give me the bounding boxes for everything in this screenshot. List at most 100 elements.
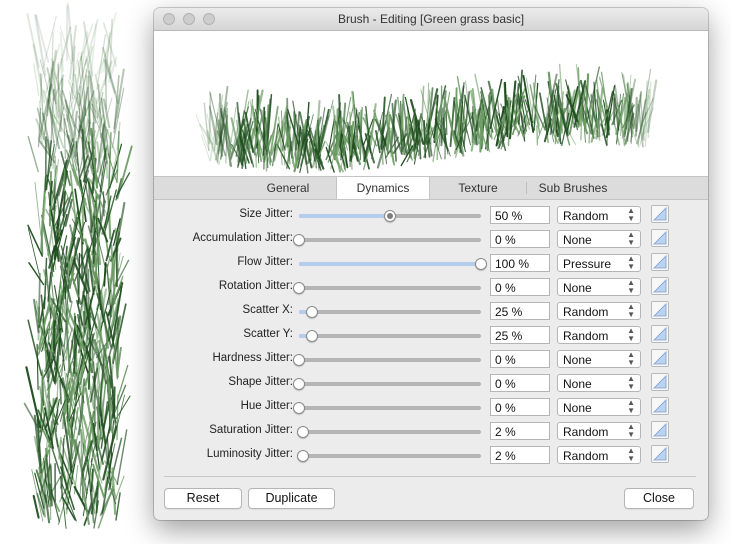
mode-select-value: None <box>563 233 592 247</box>
scatter-y-slider[interactable] <box>299 328 481 344</box>
scatter-y-label: Scatter Y: <box>243 328 293 340</box>
reset-button[interactable]: Reset <box>164 488 242 509</box>
hue-jitter-slider[interactable] <box>293 400 481 416</box>
accumulation-jitter-label: Accumulation Jitter: <box>192 232 293 244</box>
tab-general[interactable]: General <box>236 177 340 199</box>
hardness-jitter-slider[interactable] <box>293 352 481 368</box>
hue-jitter-curve-button[interactable] <box>651 397 669 415</box>
rotation-jitter-slider[interactable] <box>293 280 481 296</box>
tab-sub-brushes[interactable]: Sub Brushes <box>527 177 619 199</box>
scatter-x-mode-select[interactable]: Random ▲ ▼ <box>557 302 641 320</box>
flow-jitter-row: Flow Jitter: 100 % Pressure ▲ ▼ <box>154 252 708 276</box>
slider-track <box>299 286 481 290</box>
updown-arrows-icon: ▲ ▼ <box>627 230 635 247</box>
scatter-x-value-field[interactable]: 25 % <box>490 302 550 320</box>
accumulation-jitter-mode-select[interactable]: None ▲ ▼ <box>557 230 641 248</box>
brush-preview <box>154 31 708 184</box>
hardness-jitter-label: Hardness Jitter: <box>212 352 293 364</box>
flow-jitter-mode-select[interactable]: Pressure ▲ ▼ <box>557 254 641 272</box>
hue-jitter-mode-select[interactable]: None ▲ ▼ <box>557 398 641 416</box>
size-jitter-value-field[interactable]: 50 % <box>490 206 550 224</box>
accumulation-jitter-curve-button[interactable] <box>651 229 669 247</box>
slider-knob[interactable] <box>296 426 309 438</box>
slider-knob[interactable] <box>293 378 305 390</box>
scatter-y-curve-button[interactable] <box>651 325 669 343</box>
mode-select-value: None <box>563 281 592 295</box>
shape-jitter-curve-button[interactable] <box>651 373 669 391</box>
slider-knob[interactable] <box>293 234 305 246</box>
close-button[interactable]: Close <box>624 488 694 509</box>
flow-jitter-value-field[interactable]: 100 % <box>490 254 550 272</box>
slider-track <box>299 454 481 458</box>
hue-jitter-value-field[interactable]: 0 % <box>490 398 550 416</box>
slider-knob[interactable] <box>305 330 318 342</box>
scatter-x-curve-button[interactable] <box>651 301 669 319</box>
mode-select-value: None <box>563 401 592 415</box>
brush-preview-stroke <box>195 63 658 174</box>
duplicate-button[interactable]: Duplicate <box>248 488 335 509</box>
accumulation-jitter-slider[interactable] <box>293 232 481 248</box>
curve-icon <box>653 279 667 293</box>
hue-jitter-row: Hue Jitter: 0 % None ▲ ▼ <box>154 396 708 420</box>
updown-arrows-icon: ▲ ▼ <box>627 446 635 463</box>
shape-jitter-slider[interactable] <box>293 376 481 392</box>
curve-icon <box>653 207 667 221</box>
scatter-x-row: Scatter X: 25 % Random ▲ ▼ <box>154 300 708 324</box>
rotation-jitter-curve-button[interactable] <box>651 277 669 295</box>
flow-jitter-slider[interactable] <box>299 256 487 272</box>
background-brush-stroke <box>23 2 133 529</box>
accumulation-jitter-value-field[interactable]: 0 % <box>490 230 550 248</box>
saturation-jitter-slider[interactable] <box>296 424 481 440</box>
updown-arrows-icon: ▲ ▼ <box>627 326 635 343</box>
rotation-jitter-value-field[interactable]: 0 % <box>490 278 550 296</box>
rotation-jitter-label: Rotation Jitter: <box>218 280 293 292</box>
slider-track <box>299 382 481 386</box>
mode-select-value: Random <box>563 209 609 223</box>
shape-jitter-mode-select[interactable]: None ▲ ▼ <box>557 374 641 392</box>
luminosity-jitter-slider[interactable] <box>296 448 481 464</box>
saturation-jitter-row: Saturation Jitter: 2 % Random ▲ ▼ <box>154 420 708 444</box>
saturation-jitter-curve-button[interactable] <box>651 421 669 439</box>
brush-editor-window: Brush - Editing [Green grass basic] Gene… <box>154 8 708 520</box>
accumulation-jitter-row: Accumulation Jitter: 0 % None ▲ ▼ <box>154 228 708 252</box>
saturation-jitter-mode-select[interactable]: Random ▲ ▼ <box>557 422 641 440</box>
window-title: Brush - Editing [Green grass basic] <box>337 12 525 26</box>
size-jitter-slider[interactable] <box>299 208 481 224</box>
size-jitter-mode-select[interactable]: Random ▲ ▼ <box>557 206 641 224</box>
updown-arrows-icon: ▲ ▼ <box>627 374 635 391</box>
hardness-jitter-value-field[interactable]: 0 % <box>490 350 550 368</box>
slider-knob[interactable] <box>293 282 305 294</box>
luminosity-jitter-value-field[interactable]: 2 % <box>490 446 550 464</box>
slider-knob[interactable] <box>475 258 487 270</box>
luminosity-jitter-curve-button[interactable] <box>651 445 669 463</box>
slider-track <box>299 310 481 314</box>
curve-icon <box>653 375 667 389</box>
updown-arrows-icon: ▲ ▼ <box>627 350 635 367</box>
flow-jitter-curve-button[interactable] <box>651 253 669 271</box>
updown-arrows-icon: ▲ ▼ <box>627 302 635 319</box>
luminosity-jitter-mode-select[interactable]: Random ▲ ▼ <box>557 446 641 464</box>
size-jitter-curve-button[interactable] <box>651 205 669 223</box>
updown-arrows-icon: ▲ ▼ <box>627 206 635 223</box>
title-bar[interactable]: Brush - Editing [Green grass basic] <box>154 8 708 31</box>
saturation-jitter-label: Saturation Jitter: <box>209 424 293 436</box>
slider-knob[interactable] <box>293 354 305 366</box>
slider-knob[interactable] <box>293 402 305 414</box>
rotation-jitter-mode-select[interactable]: None ▲ ▼ <box>557 278 641 296</box>
mode-select-value: None <box>563 353 592 367</box>
hardness-jitter-mode-select[interactable]: None ▲ ▼ <box>557 350 641 368</box>
shape-jitter-value-field[interactable]: 0 % <box>490 374 550 392</box>
scatter-y-value-field[interactable]: 25 % <box>490 326 550 344</box>
mode-select-value: Random <box>563 305 609 319</box>
scatter-x-slider[interactable] <box>299 304 481 320</box>
scatter-y-mode-select[interactable]: Random ▲ ▼ <box>557 326 641 344</box>
slider-knob[interactable] <box>296 450 309 462</box>
updown-arrows-icon: ▲ ▼ <box>627 278 635 295</box>
saturation-jitter-value-field[interactable]: 2 % <box>490 422 550 440</box>
slider-knob[interactable] <box>384 210 396 222</box>
tab-texture[interactable]: Texture <box>430 177 526 199</box>
tab-dynamics[interactable]: Dynamics <box>336 177 430 199</box>
slider-knob[interactable] <box>305 306 318 318</box>
hardness-jitter-curve-button[interactable] <box>651 349 669 367</box>
curve-icon <box>653 423 667 437</box>
